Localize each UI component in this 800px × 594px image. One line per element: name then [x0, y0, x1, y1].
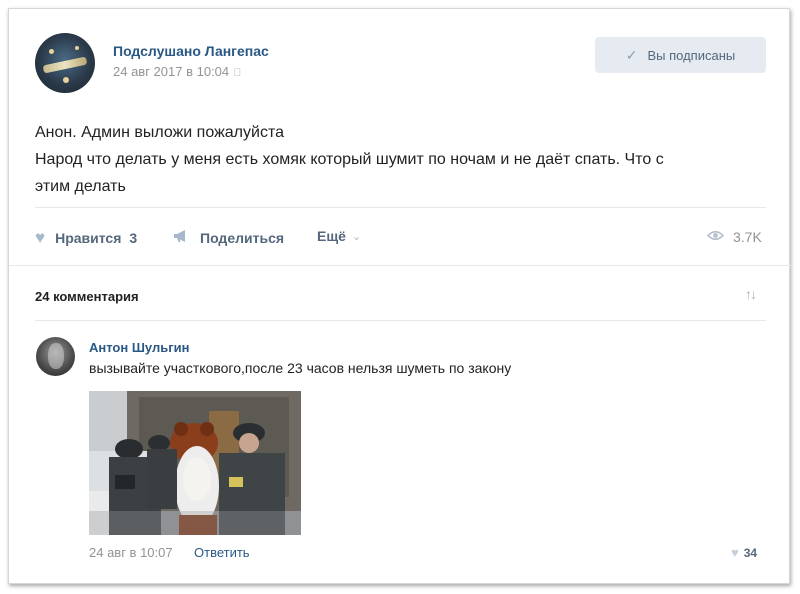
comment-author-avatar[interactable]	[36, 337, 75, 376]
divider	[35, 207, 766, 208]
group-avatar[interactable]	[35, 33, 95, 93]
eye-icon	[706, 228, 725, 245]
post-date[interactable]: 24 авг 2017 в 10:04 	[113, 64, 241, 79]
views-counter: 3.7K	[706, 228, 762, 245]
comment-author-link[interactable]: Антон Шульгин	[89, 340, 189, 355]
reply-button[interactable]: Ответить	[194, 545, 250, 560]
share-button[interactable]: Поделиться	[173, 228, 284, 248]
post-text-line: Народ что делать у меня есть хомяк котор…	[35, 151, 664, 168]
more-button[interactable]: Ещё ⌄	[317, 228, 361, 244]
apple-icon: 	[233, 67, 241, 79]
sort-icon[interactable]: ↑↓	[745, 286, 757, 302]
subscribed-label: Вы подписаны	[647, 48, 736, 63]
comment-date[interactable]: 24 авг в 10:07	[89, 545, 173, 560]
comment-like-button[interactable]: ♥ 34	[731, 545, 757, 560]
check-icon: ✓	[625, 47, 638, 63]
comments-count: 24 комментария	[35, 289, 139, 304]
divider	[9, 265, 791, 266]
like-label: Нравится	[55, 230, 122, 246]
like-button[interactable]: ♥ Нравится 3	[35, 228, 137, 248]
group-name-link[interactable]: Подслушано Лангепас	[113, 43, 269, 59]
post-text-line: Анон. Админ выложи пожалуйста	[35, 124, 284, 141]
like-count: 3	[129, 230, 138, 246]
views-count: 3.7K	[733, 228, 762, 245]
subscribed-button[interactable]: ✓ Вы подписаны	[595, 37, 766, 73]
heart-icon: ♥	[731, 545, 739, 560]
post-text: Анон. Админ выложи пожалуйста Народ что …	[35, 119, 765, 200]
comment-text: вызывайте участкового,после 23 часов нел…	[89, 360, 512, 376]
post-card: Подслушано Лангепас 24 авг 2017 в 10:04 …	[8, 8, 791, 584]
megaphone-icon	[173, 228, 190, 248]
divider	[35, 320, 766, 321]
heart-icon: ♥	[35, 228, 46, 247]
post-date-text[interactable]: 24 авг 2017 в 10:04	[113, 64, 229, 79]
comment-photo[interactable]	[89, 391, 301, 535]
post-text-line: этим делать	[35, 178, 126, 195]
comment-like-count: 34	[743, 545, 758, 560]
share-label: Поделиться	[200, 230, 285, 246]
more-label: Ещё	[317, 228, 346, 244]
chevron-down-icon: ⌄	[351, 230, 362, 243]
